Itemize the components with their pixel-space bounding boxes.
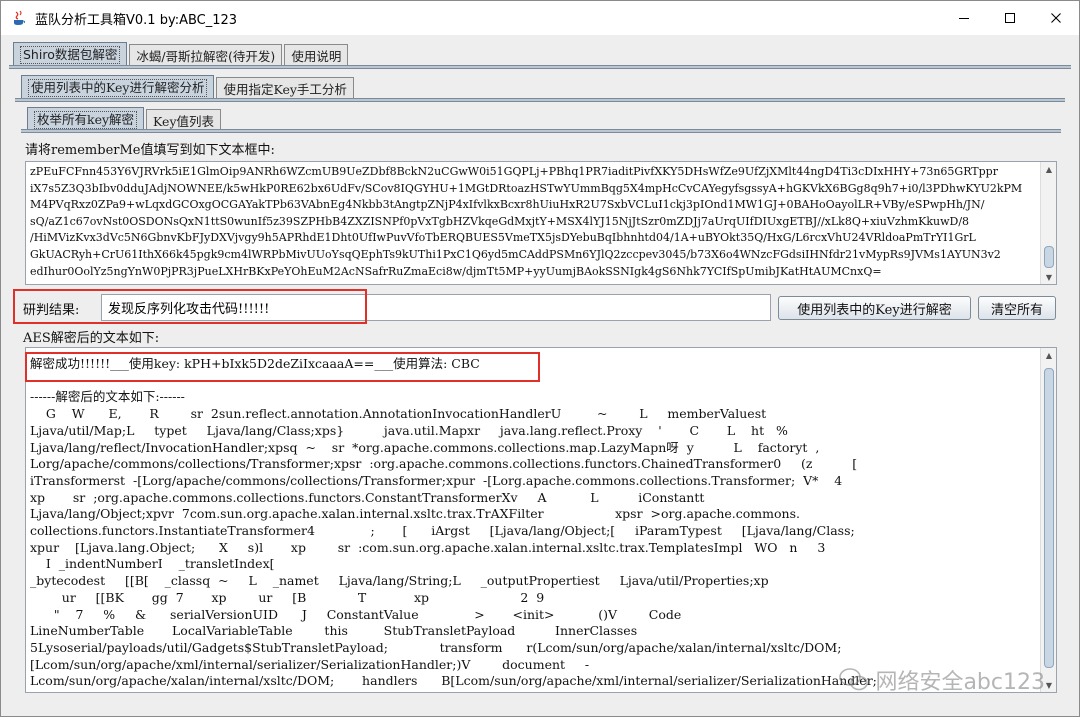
scroll-down-icon[interactable]: ▼ bbox=[1041, 270, 1056, 284]
scroll-thumb[interactable] bbox=[1044, 246, 1054, 268]
cookie-line: sQ/aZ1c67ovNst0OSDONsQxN1ttS0wunIf5z39SZ… bbox=[30, 214, 970, 228]
tab-behinder-godzilla[interactable]: 冰蝎/哥斯拉解密(待开发) bbox=[129, 44, 283, 66]
cookie-line: zPEuFCFnn453Y6VJRVrk5iE1GlmOip9ANRh6WZcm… bbox=[30, 165, 998, 178]
output-line: 5Lysoserial/payloads/util/Gadgets$StubTr… bbox=[30, 639, 842, 655]
wechat-icon bbox=[839, 668, 869, 691]
sub-tab-bar: 使用列表中的Key进行解密分析 使用指定Key手工分析 bbox=[21, 75, 356, 99]
output-label: AES解密后的文本如下: bbox=[23, 331, 160, 346]
tab-list-key-decrypt[interactable]: 使用列表中的Key进行解密分析 bbox=[21, 75, 215, 99]
minimize-button[interactable] bbox=[941, 1, 987, 35]
cookie-scrollbar[interactable]: ▲ ▼ bbox=[1040, 162, 1056, 284]
output-line: Ljava/lang/Object;xpvr 7com.sun.org.apac… bbox=[30, 506, 800, 522]
cookie-line: GkUACRyh+CrU61IthX66k45pgk9cm4lWRPbMivUU… bbox=[30, 247, 1001, 261]
main-tab-bar: Shiro数据包解密 冰蝎/哥斯拉解密(待开发) 使用说明 bbox=[13, 42, 350, 66]
highlight-success-line bbox=[25, 352, 540, 382]
maximize-button[interactable] bbox=[987, 1, 1033, 35]
tab-key-list[interactable]: Key值列表 bbox=[146, 109, 222, 131]
cookie-line: edIhur0OolYz5ngYnW0PjPR3jPueLXHrBKxPeYOh… bbox=[30, 264, 882, 278]
output-scrollbar[interactable]: ▲ ▼ bbox=[1040, 348, 1056, 692]
main-tab-divider bbox=[9, 65, 1071, 69]
minimize-icon bbox=[959, 18, 969, 19]
output-line: iTransformerst -[Lorg/apache/commons/col… bbox=[30, 472, 843, 488]
enum-tab-divider bbox=[21, 129, 1061, 133]
title-bar[interactable]: 蓝队分析工具箱V0.1 by:ABC_123 bbox=[1, 1, 1079, 35]
remember-me-textarea[interactable]: zPEuFCFnn453Y6VJRVrk5iE1GlmOip9ANRh6WZcm… bbox=[25, 161, 1057, 285]
close-icon bbox=[1051, 13, 1061, 23]
cookie-line: /HiMVizKvx3dVc5N6GbnvKbFJyDXVjvgy9h5APRh… bbox=[30, 231, 976, 245]
java-app-icon bbox=[11, 10, 27, 26]
app-window: 蓝队分析工具箱V0.1 by:ABC_123 Shiro数据包解密 冰蝎/哥斯拉… bbox=[0, 0, 1080, 717]
output-line: Lorg/apache/commons/collections/Transfor… bbox=[30, 456, 858, 472]
clear-all-button[interactable]: 清空所有 bbox=[978, 296, 1056, 320]
cookie-line: M4PVqRxz0ZPa9+wLqxdGCOxgOCGAYakTPb63VAbn… bbox=[30, 198, 985, 212]
decrypt-with-list-button[interactable]: 使用列表中的Key进行解密 bbox=[778, 296, 971, 320]
tab-manual-key[interactable]: 使用指定Key手工分析 bbox=[216, 77, 354, 99]
watermark-text: 网络安全abc123 bbox=[875, 670, 1045, 695]
output-line: G W E, R sr 2sun.reflect.annotation.Anno… bbox=[30, 406, 767, 422]
output-line: xp sr ;org.apache.commons.collections.fu… bbox=[30, 489, 705, 505]
window-title: 蓝队分析工具箱V0.1 by:ABC_123 bbox=[35, 12, 238, 28]
output-line: collections.functors.InstantiateTransfor… bbox=[30, 523, 855, 539]
highlight-result-box bbox=[13, 289, 367, 324]
output-line: LineNumberTable LocalVariableTable this … bbox=[30, 623, 638, 639]
decrypted-output-text: 解密成功!!!!!!___使用key: kPH+bIxk5D2deZiIxcaa… bbox=[26, 348, 1056, 690]
scroll-thumb[interactable] bbox=[1044, 368, 1054, 668]
remember-me-value: zPEuFCFnn453Y6VJRVrk5iE1GlmOip9ANRh6WZcm… bbox=[26, 162, 1056, 282]
tab-instructions[interactable]: 使用说明 bbox=[284, 44, 349, 66]
tab-label: 使用列表中的Key进行解密分析 bbox=[28, 78, 208, 97]
close-button[interactable] bbox=[1033, 1, 1079, 35]
output-line: _bytecodest [[B[ _classq ~ L _namet Ljav… bbox=[30, 573, 769, 589]
output-line: I _indentNumberI _transletIndex[ bbox=[30, 556, 275, 572]
tab-label: Shiro数据包解密 bbox=[20, 45, 121, 64]
output-line: Ljava/lang/reflect/InvocationHandler;xps… bbox=[30, 439, 820, 455]
enum-tab-bar: 枚举所有key解密 Key值列表 bbox=[27, 107, 223, 131]
maximize-icon bbox=[1005, 13, 1015, 23]
output-line: " 7 % & serialVersionUID J ConstantValue… bbox=[30, 606, 682, 622]
decrypted-output-textarea[interactable]: 解密成功!!!!!!___使用key: kPH+bIxk5D2deZiIxcaa… bbox=[25, 347, 1057, 693]
output-line: xpur [Ljava.lang.Object; X s)l xp sr :co… bbox=[30, 539, 826, 555]
scroll-up-icon[interactable]: ▲ bbox=[1041, 348, 1056, 362]
output-line: Ljava/util/Map;L typet Ljava/lang/Class;… bbox=[30, 422, 788, 438]
cookie-line: iX7s5Z3Q3bIbv0dduJAdjNOWNEE/k5wHkP0RE62b… bbox=[30, 181, 1023, 195]
tab-label: 枚举所有key解密 bbox=[34, 110, 138, 129]
tab-shiro-decrypt[interactable]: Shiro数据包解密 bbox=[13, 42, 128, 66]
input-label: 请将rememberMe值填写到如下文本框中: bbox=[25, 143, 275, 158]
output-line: ur [[BK gg 7 xp ur [B T xp 2 9 bbox=[30, 589, 545, 605]
scroll-up-icon[interactable]: ▲ bbox=[1041, 162, 1056, 176]
tab-enumerate-keys[interactable]: 枚举所有key解密 bbox=[27, 107, 145, 131]
output-line: ------解密后的文本如下:------ bbox=[30, 389, 185, 405]
sub-tab-divider bbox=[15, 98, 1065, 102]
watermark: 网络安全abc123 bbox=[839, 664, 1045, 696]
